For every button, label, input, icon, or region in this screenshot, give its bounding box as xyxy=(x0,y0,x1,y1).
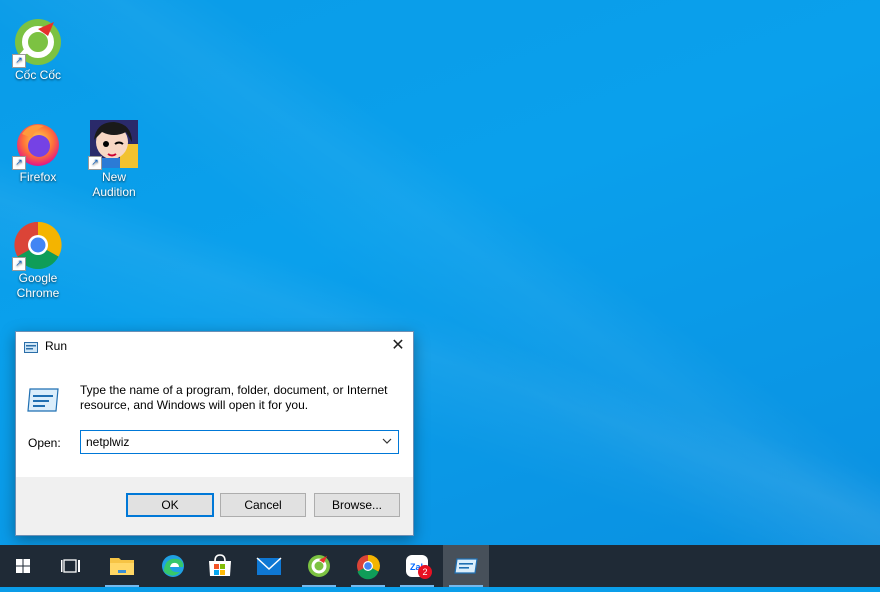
taskbar-chrome[interactable] xyxy=(345,545,391,587)
firefox-icon: ↗ xyxy=(12,120,62,170)
taskbar-coccoc[interactable] xyxy=(296,545,342,587)
shortcut-arrow-icon: ↗ xyxy=(12,54,26,68)
zalo-icon: Zalo xyxy=(406,555,429,577)
desktop-icon-coccoc[interactable]: ↗ Cốc Cốc xyxy=(3,18,73,83)
run-description: Type the name of a program, folder, docu… xyxy=(80,383,388,412)
task-view-button[interactable] xyxy=(48,545,94,587)
desktop-icon-label: New Audition xyxy=(92,170,136,199)
cancel-button[interactable]: Cancel xyxy=(220,493,306,517)
taskbar: Zalo 2 xyxy=(0,545,880,587)
taskbar-run[interactable] xyxy=(443,545,489,587)
close-button[interactable]: ✕ xyxy=(383,332,413,360)
windows-icon xyxy=(16,559,30,573)
taskbar-mail[interactable] xyxy=(246,545,292,587)
desktop-icon-label: Google Chrome xyxy=(16,271,60,300)
desktop-icon-google-chrome[interactable]: ↗ Google Chrome xyxy=(3,221,73,301)
desktop-icon-label: Cốc Cốc xyxy=(14,68,61,82)
open-label-text: Open: xyxy=(28,436,61,450)
run-icon xyxy=(24,340,38,353)
taskbar-file-explorer[interactable] xyxy=(99,545,145,587)
notification-badge: 2 xyxy=(418,565,432,579)
chrome-icon: ↗ xyxy=(12,221,62,271)
open-combobox[interactable]: netplwiz xyxy=(80,430,399,454)
shortcut-arrow-icon: ↗ xyxy=(88,156,102,170)
coccoc-icon xyxy=(308,555,330,577)
edge-icon xyxy=(162,555,184,577)
task-view-icon xyxy=(61,559,80,573)
taskbar-edge[interactable] xyxy=(150,545,196,587)
open-label: Open: xyxy=(28,436,61,450)
taskbar-microsoft-store[interactable] xyxy=(197,545,243,587)
desktop-icon-firefox[interactable]: ↗ Firefox xyxy=(3,120,73,185)
shortcut-arrow-icon: ↗ xyxy=(12,156,26,170)
store-icon xyxy=(209,554,231,576)
start-button[interactable] xyxy=(0,545,46,587)
run-title: Run xyxy=(45,339,68,353)
shortcut-arrow-icon: ↗ xyxy=(12,257,26,271)
coccoc-icon: ↗ xyxy=(12,18,62,68)
run-large-icon xyxy=(26,387,60,413)
chevron-down-icon[interactable] xyxy=(380,433,394,449)
ok-button[interactable]: OK xyxy=(126,493,214,517)
taskbar-zalo[interactable]: Zalo 2 xyxy=(394,545,440,587)
folder-icon xyxy=(110,558,134,575)
browse-button[interactable]: Browse... xyxy=(314,493,400,517)
run-icon xyxy=(454,558,478,574)
chrome-icon xyxy=(357,554,381,580)
run-titlebar[interactable]: Run ✕ xyxy=(16,332,413,360)
desktop-icon-new-audition[interactable]: ↗ New Audition xyxy=(79,120,149,200)
open-input[interactable]: netplwiz xyxy=(86,435,129,449)
new-audition-icon: ↗ xyxy=(88,120,138,170)
mail-icon xyxy=(256,557,282,575)
close-icon: ✕ xyxy=(391,337,405,354)
run-dialog[interactable]: Run ✕ Type the name of a program, folder… xyxy=(15,331,414,536)
desktop-icon-label: Firefox xyxy=(19,170,57,184)
